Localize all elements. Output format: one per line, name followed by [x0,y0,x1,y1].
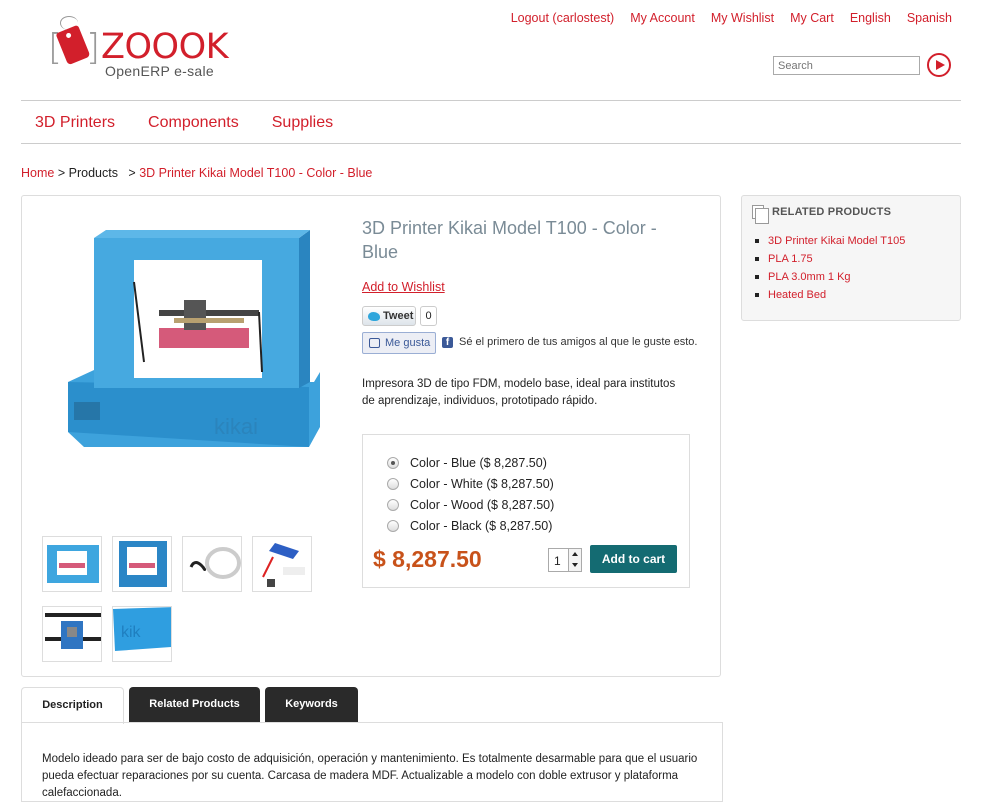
tweet-label: Tweet [383,310,414,322]
facebook-like-button[interactable]: Me gusta [362,332,436,354]
related-products-heading: RELATED PRODUCTS [772,206,892,218]
thumbnail-3[interactable] [182,536,242,592]
thumbnail-1-image [47,545,99,583]
my-wishlist-link[interactable]: My Wishlist [711,11,774,25]
thumbnail-6-image: kik [113,607,171,651]
twitter-bird-icon [368,312,380,321]
my-account-link[interactable]: My Account [630,11,695,25]
related-item[interactable]: PLA 1.75 [754,250,905,268]
search-input[interactable] [773,56,920,75]
breadcrumb-separator: > [128,166,136,180]
thumbnail-3-image [189,547,241,579]
quantity-spin-icon[interactable] [568,549,581,571]
tab-description[interactable]: Description [21,687,124,724]
variant-label: Color - Blue ($ 8,287.50) [410,456,547,470]
related-item[interactable]: PLA 3.0mm 1 Kg [754,268,905,286]
search-submit-icon[interactable] [927,53,951,77]
svg-text:kikai: kikai [214,414,258,439]
variant-radio[interactable] [387,520,399,532]
variant-box: Color - Blue ($ 8,287.50) Color - White … [362,434,690,588]
quantity-value: 1 [554,554,561,568]
related-products-list: 3D Printer Kikai Model T105 PLA 1.75 PLA… [754,232,905,304]
tweet-button[interactable]: Tweet [362,306,416,326]
logo-subtitle: OpenERP e-sale [105,63,215,79]
thumbnail-6[interactable]: kik [112,606,172,662]
thumbnail-2[interactable] [112,536,172,592]
variant-label: Color - Black ($ 8,287.50) [410,519,553,533]
related-item[interactable]: 3D Printer Kikai Model T105 [754,232,905,250]
variant-radio[interactable] [387,499,399,511]
related-item[interactable]: Heated Bed [754,286,905,304]
variant-radio-selected[interactable] [387,457,399,469]
breadcrumb-home[interactable]: Home [21,166,54,180]
breadcrumb-products[interactable]: Products [69,166,118,180]
long-description: Modelo ideado para ser de bajo costo de … [42,753,698,799]
facebook-icon: f [442,337,453,348]
variant-option[interactable]: Color - White ($ 8,287.50) [387,476,554,492]
my-cart-link[interactable]: My Cart [790,11,834,25]
thumbnail-5[interactable] [42,606,102,662]
product-price: $ 8,287.50 [373,546,482,572]
header-divider [21,100,961,101]
logout-link[interactable]: Logout (carlostest) [511,11,615,25]
thumbnail-2-image [119,541,167,587]
breadcrumb-separator: > [57,166,66,180]
product-main-image[interactable]: kikai [64,222,324,472]
related-products-box: RELATED PRODUCTS 3D Printer Kikai Model … [741,195,961,321]
tab-keywords[interactable]: Keywords [265,687,358,723]
tab-related-products[interactable]: Related Products [129,687,260,723]
top-links: Logout (carlostest) My Account My Wishli… [495,11,952,25]
thumbnail-1[interactable] [42,536,102,592]
nav-item-3d-printers[interactable]: 3D Printers [35,114,115,132]
english-link[interactable]: English [850,11,891,25]
pages-icon [752,205,769,224]
quantity-stepper[interactable]: 1 [548,548,582,572]
nav-item-components[interactable]: Components [148,114,239,132]
site-logo[interactable]: [ ] ZOOOK OpenERP e-sale [48,16,248,82]
logo-bracket-right: ] [86,27,101,68]
product-panel: kikai kik 3D Printer Kikai Model T100 - … [21,195,721,677]
main-nav: 3D Printers Components Supplies [35,114,366,132]
facebook-social-text: Sé el primero de tus amigos al que le gu… [459,336,698,348]
variant-label: Color - White ($ 8,287.50) [410,477,554,491]
breadcrumb-current[interactable]: 3D Printer Kikai Model T100 - Color - Bl… [139,166,372,180]
tweet-count: 0 [420,306,437,326]
add-to-cart-button[interactable]: Add to cart [590,545,677,573]
breadcrumb: Home > Products > 3D Printer Kikai Model… [21,166,372,180]
like-label: Me gusta [385,337,431,349]
variant-option[interactable]: Color - Wood ($ 8,287.50) [387,497,554,513]
tab-content: Modelo ideado para ser de bajo costo de … [21,722,723,802]
nav-divider [21,143,961,144]
short-description: Impresora 3D de tipo FDM, modelo base, i… [362,378,676,407]
spanish-link[interactable]: Spanish [907,11,952,25]
logo-word: ZOOOK [101,27,229,67]
thumbnail-4[interactable] [252,536,312,592]
thumbs-up-icon [369,338,380,348]
variant-radio[interactable] [387,478,399,490]
variant-option[interactable]: Color - Blue ($ 8,287.50) [387,455,547,471]
add-to-wishlist-link[interactable]: Add to Wishlist [362,280,445,294]
nav-item-supplies[interactable]: Supplies [272,114,333,132]
variant-option[interactable]: Color - Black ($ 8,287.50) [387,518,552,534]
svg-text:kik: kik [121,624,142,641]
thumbnail-5-image [45,613,101,649]
thumbnail-4-image [262,543,305,587]
variant-label: Color - Wood ($ 8,287.50) [410,498,555,512]
product-title: 3D Printer Kikai Model T100 - Color - Bl… [362,218,657,262]
